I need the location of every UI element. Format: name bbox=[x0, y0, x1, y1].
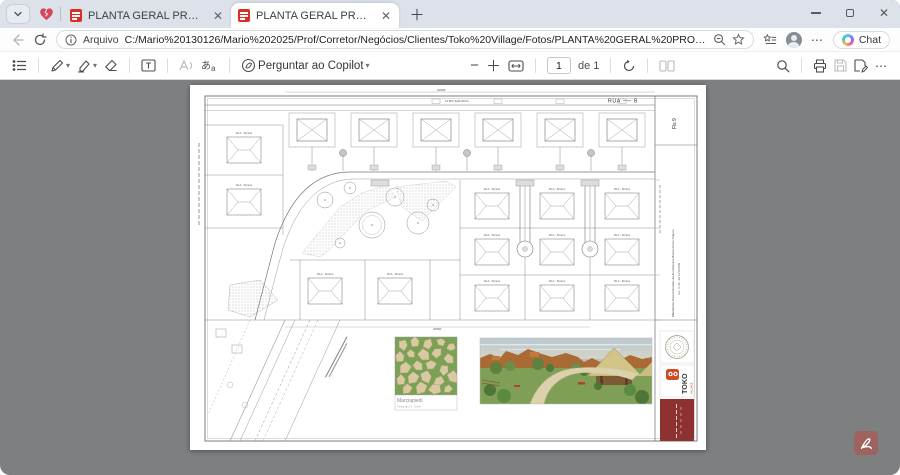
info-icon[interactable] bbox=[65, 34, 77, 46]
tab-close-icon[interactable]: ✕ bbox=[380, 9, 392, 23]
svg-text:VILA - Terreno: VILA - Terreno bbox=[614, 279, 631, 283]
rotate-button[interactable] bbox=[622, 56, 636, 76]
zoom-in-button[interactable]: ＋ bbox=[486, 56, 501, 76]
tab-strip: PLANTA GERAL PROJETO.pdf ✕ PLANTA GERAL … bbox=[0, 0, 900, 28]
chevron-down-icon[interactable]: ▾ bbox=[93, 61, 97, 70]
power-line-label: 13.8KV ELÉTRICA bbox=[445, 98, 469, 103]
chat-label: Chat bbox=[859, 34, 881, 46]
title-strip: Fls 9 Masterplan Para Extensão da Avenid… bbox=[671, 118, 681, 317]
page-number-input[interactable] bbox=[547, 57, 571, 74]
close-button[interactable]: ✕ bbox=[878, 7, 890, 19]
restore-button[interactable] bbox=[844, 7, 856, 19]
page-total-label: de 1 bbox=[578, 60, 599, 72]
toko-village-logo: TOKO VILLAGE bbox=[660, 365, 694, 397]
copilot-label: Perguntar ao Copilot bbox=[258, 60, 363, 72]
read-aloud-button[interactable] bbox=[179, 56, 194, 76]
svg-text:VILA - Terreno: VILA - Terreno bbox=[549, 233, 566, 237]
svg-text:a: a bbox=[211, 64, 216, 72]
svg-text:VILA - Terreno: VILA - Terreno bbox=[549, 187, 566, 191]
save-button[interactable] bbox=[834, 56, 847, 76]
svg-text:VILA - Terreno: VILA - Terreno bbox=[484, 233, 501, 237]
stone-sample-photo: Marciapiedi Pietra tipo S. Tomé bbox=[395, 336, 458, 410]
tab-title: PLANTA GERAL PROJETO.pdf bbox=[88, 10, 206, 22]
svg-text:VILA - Terreno: VILA - Terreno bbox=[614, 187, 631, 191]
tab-1[interactable]: PLANTA GERAL PROJETO.pdf ✕ bbox=[63, 3, 231, 28]
margin-text-2: Acc. nº 28 - del 11/11/2009 bbox=[677, 263, 681, 295]
heart-extension-icon[interactable] bbox=[36, 3, 56, 25]
chevron-down-icon bbox=[13, 9, 23, 19]
tab-title: PLANTA GERAL PROJETO.pdf bbox=[256, 10, 374, 22]
window-controls: ✕ bbox=[810, 3, 890, 23]
favorites-list-icon[interactable] bbox=[763, 33, 777, 47]
draw-pen-button[interactable]: ▾ bbox=[50, 56, 70, 76]
table-of-contents-button[interactable] bbox=[12, 56, 27, 76]
site-plan-drawing: 20905 13.8KV ELÉTRICA RUA B VILA - Terre… bbox=[190, 85, 706, 450]
zoom-out-icon[interactable] bbox=[713, 33, 726, 46]
svg-text:VILA - Terreno: VILA - Terreno bbox=[387, 272, 404, 276]
back-icon[interactable] bbox=[10, 33, 24, 47]
zoom-out-button[interactable]: − bbox=[470, 56, 479, 76]
pdf-page: 20905 13.8KV ELÉTRICA RUA B VILA - Terre… bbox=[190, 85, 706, 450]
add-text-button[interactable] bbox=[141, 56, 156, 76]
url-field[interactable]: Arquivo C:/Mario%20130126/Mario%202025/P… bbox=[56, 30, 754, 49]
svg-text:VILA - Terreno: VILA - Terreno bbox=[236, 131, 253, 135]
translate-button[interactable]: あa bbox=[201, 56, 218, 76]
pdf-content-area[interactable]: 20905 13.8KV ELÉTRICA RUA B VILA - Terre… bbox=[0, 80, 900, 475]
logo-subtitle: VILLAGE bbox=[690, 382, 694, 394]
pdf-toolbar: ▾ ▾ あa Perguntar ao Copilot ▾ − ＋ bbox=[0, 52, 900, 80]
stone-caption-title: Marciapiedi bbox=[397, 398, 423, 404]
pdf-file-icon bbox=[70, 9, 82, 22]
url-text: C:/Mario%20130126/Mario%202025/Prof/Corr… bbox=[125, 34, 707, 46]
svg-text:VILA - Terreno: VILA - Terreno bbox=[614, 233, 631, 237]
svg-text:あ: あ bbox=[201, 60, 211, 72]
favorite-star-icon[interactable] bbox=[732, 33, 745, 46]
sheet-number: Fls 9 bbox=[672, 118, 678, 129]
margin-text-1: Masterplan Para Extensão da Avenida dos … bbox=[671, 229, 675, 317]
copilot-chat-button[interactable]: Chat bbox=[833, 31, 890, 49]
acrobat-open-button[interactable] bbox=[854, 431, 878, 455]
red-title-bar bbox=[660, 399, 694, 441]
page-view-button[interactable] bbox=[659, 56, 675, 76]
render-photo bbox=[480, 338, 652, 404]
chevron-down-icon[interactable]: ▾ bbox=[66, 61, 70, 70]
svg-text:VILA - Terreno: VILA - Terreno bbox=[236, 183, 253, 187]
svg-text:VILA - Terreno: VILA - Terreno bbox=[484, 187, 501, 191]
street-rua-b: 20905 13.8KV ELÉTRICA RUA B bbox=[205, 88, 655, 111]
more-options-icon[interactable]: ⋯ bbox=[875, 56, 888, 76]
logo-name: TOKO bbox=[680, 373, 689, 394]
refresh-icon[interactable] bbox=[33, 33, 47, 47]
save-as-button[interactable] bbox=[854, 56, 868, 76]
tab-close-icon[interactable]: ✕ bbox=[212, 9, 224, 23]
svg-text:VILA - Terreno: VILA - Terreno bbox=[317, 272, 334, 276]
settings-more-icon[interactable]: ⋯ bbox=[811, 33, 824, 47]
tab-divider bbox=[60, 7, 61, 21]
svg-text:VILA - Terreno: VILA - Terreno bbox=[549, 279, 566, 283]
search-document-button[interactable] bbox=[776, 56, 790, 76]
fit-to-width-button[interactable] bbox=[508, 56, 524, 76]
street-suffix: B bbox=[634, 99, 638, 105]
dim-bottom: 20060 bbox=[433, 327, 442, 331]
minimize-button[interactable] bbox=[810, 7, 822, 19]
profile-avatar[interactable] bbox=[786, 32, 802, 48]
browser-window: PLANTA GERAL PROJETO.pdf ✕ PLANTA GERAL … bbox=[0, 0, 900, 475]
southwest-diagonal-road bbox=[208, 320, 350, 441]
ask-copilot-button[interactable]: Perguntar ao Copilot ▾ bbox=[241, 56, 370, 76]
approval-stamp bbox=[660, 331, 694, 363]
chevron-down-icon[interactable]: ▾ bbox=[366, 61, 370, 70]
acrobat-icon bbox=[858, 435, 874, 451]
stone-caption-sub: Pietra tipo S. Tomé bbox=[397, 405, 421, 409]
copilot-icon bbox=[842, 34, 854, 46]
pdf-file-icon bbox=[238, 9, 250, 22]
svg-text:VILA - Terreno: VILA - Terreno bbox=[484, 279, 501, 283]
new-tab-button[interactable]: ＋ bbox=[405, 2, 429, 26]
print-button[interactable] bbox=[813, 56, 827, 76]
scheme-label: Arquivo bbox=[83, 34, 119, 46]
tab-search-button[interactable] bbox=[6, 4, 30, 24]
eraser-button[interactable] bbox=[104, 56, 118, 76]
tab-2-active[interactable]: PLANTA GERAL PROJETO.pdf ✕ bbox=[231, 3, 399, 28]
dim-top: 20905 bbox=[437, 88, 446, 92]
address-bar: Arquivo C:/Mario%20130126/Mario%202025/P… bbox=[0, 28, 900, 52]
highlighter-button[interactable]: ▾ bbox=[77, 56, 97, 76]
